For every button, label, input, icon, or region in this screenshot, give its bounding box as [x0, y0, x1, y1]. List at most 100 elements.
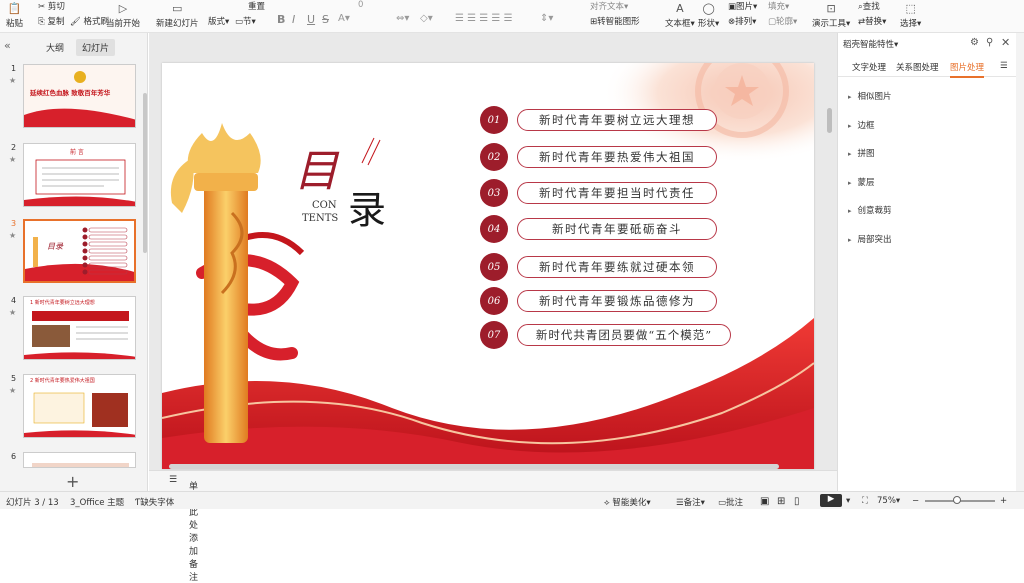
option-local-highlight[interactable]: ▸ 局部突出 — [848, 233, 892, 245]
tab-slides[interactable]: 幻灯片 — [76, 39, 116, 56]
pane-title[interactable]: 稻壳智能特性▾ — [843, 38, 898, 50]
new-slide-button[interactable]: ▭ 新建幻灯片 — [156, 0, 199, 30]
slide-thumb-row[interactable]: 4 ★ 1 新时代青年要树立远大理想 — [0, 296, 140, 362]
slide-5-title: 2 新时代青年要热爱伟大祖国 — [30, 378, 95, 384]
font-color-dropdown[interactable]: A▾ — [338, 13, 350, 24]
tab-outline[interactable]: 大纲 — [40, 39, 70, 56]
animation-star-icon: ★ — [9, 386, 17, 395]
slide-thumbnail[interactable] — [23, 452, 136, 468]
align-text-dropdown[interactable]: 对齐文本▾ — [590, 0, 628, 12]
editor-horizontal-scrollbar[interactable] — [169, 464, 779, 469]
sorter-view-icon[interactable]: ⊞ — [777, 496, 785, 507]
slide-canvas[interactable]: 目 录 CON TENTS 01 新时代青年要树立远大理想 02 新时代青年要热… — [162, 63, 814, 469]
toc-item-text: 新时代共青团员要做“五个模范” — [517, 324, 731, 346]
smart-graphic-button[interactable]: ⊞转智能图形 — [590, 15, 640, 27]
reading-view-icon[interactable]: ▯ — [794, 496, 800, 507]
slide-thumbnail-pane: « 大纲 幻灯片 1 ★ 延续红色血脉 致敬百年芳华 2 ★ 前 言 3 ★ 目… — [0, 33, 148, 491]
left-pane-tabs: 大纲 幻灯片 — [40, 39, 116, 56]
line-spacing-dropdown[interactable]: ⇕▾ — [540, 13, 553, 24]
slide-thumb-row[interactable]: 6 — [0, 452, 140, 472]
slide-thumbnail[interactable]: 延续红色血脉 致敬百年芳华 — [23, 64, 136, 128]
toc-item-text: 新时代青年要树立远大理想 — [517, 109, 717, 131]
zoom-out-icon[interactable]: − — [912, 496, 919, 506]
new-slide-icon: ▭ — [172, 1, 183, 15]
char-spacing-dropdown[interactable]: ⇔▾ — [396, 13, 409, 24]
option-similar-images[interactable]: ▸ 相似图片 — [848, 90, 892, 102]
clear-format-button[interactable]: ◇▾ — [420, 13, 433, 24]
reset-button[interactable]: 重置 — [248, 0, 265, 12]
cursor-icon: ⬚ — [905, 1, 916, 15]
close-icon[interactable]: ✕ — [1001, 36, 1010, 49]
format-painter-button[interactable]: 🖌 格式刷 — [70, 15, 109, 27]
italic-button[interactable]: I — [292, 13, 295, 26]
slideshow-dropdown-icon[interactable]: ▾ — [846, 496, 850, 506]
outline-button[interactable]: ▢轮廓▾ — [768, 15, 797, 27]
paragraph-align-group[interactable]: ☰ ☰ ☰ ☰ ☰ — [455, 13, 513, 24]
fill-button[interactable]: 填充▾ — [768, 0, 789, 12]
tab-text-processing[interactable]: 文字处理 — [852, 61, 886, 73]
slide-thumbnail[interactable]: 1 新时代青年要树立远大理想 — [23, 296, 136, 360]
tab-relation-processing[interactable]: 关系图处理 — [896, 61, 939, 73]
section-dropdown[interactable]: ▭节▾ — [235, 15, 256, 27]
pane-tabs: 文字处理 关系图处理 图片处理 ☰ — [838, 57, 1017, 78]
theme-name[interactable]: 3_Office 主题 — [70, 496, 124, 508]
bold-button[interactable]: B — [277, 13, 285, 26]
slide-thumb-row[interactable]: 2 ★ 前 言 — [0, 143, 140, 209]
presenter-tools-button[interactable]: ⊡ 演示工具▾ — [812, 0, 850, 30]
select-button[interactable]: ⬚ 选择▾ — [900, 0, 921, 30]
arrange-button[interactable]: ⊗排列▾ — [728, 15, 756, 27]
play-slideshow-button[interactable]: ▶ — [820, 494, 842, 507]
menu-icon[interactable]: ☰ — [1000, 61, 1008, 71]
comments-toggle[interactable]: ▭批注 — [718, 496, 743, 508]
expand-arrow-icon: ▸ — [848, 122, 852, 130]
toc-item-number: 03 — [480, 179, 508, 207]
slide-4-title: 1 新时代青年要树立远大理想 — [30, 300, 95, 306]
notes-pane[interactable]: ☰ 单击此处添加备注 — [149, 470, 837, 583]
underline-button[interactable]: U — [307, 13, 315, 26]
strikethrough-button[interactable]: S — [322, 13, 329, 26]
notes-toggle[interactable]: ☰备注▾ — [676, 496, 705, 508]
expand-arrow-icon: ▸ — [848, 236, 852, 244]
editor-vertical-scrollbar[interactable] — [827, 108, 832, 133]
zoom-in-icon[interactable]: + — [1000, 496, 1007, 506]
missing-font-button[interactable]: Ƭ缺失字体 — [135, 496, 174, 508]
normal-view-icon[interactable]: ▣ — [760, 496, 769, 507]
textbox-button[interactable]: A 文本框▾ — [665, 0, 695, 30]
slide-thumb-row[interactable]: 5 ★ 2 新时代青年要热爱伟大祖国 — [0, 374, 140, 440]
title-second: 录 — [348, 188, 387, 232]
zoom-slider-handle[interactable] — [953, 496, 961, 504]
side-toolbar — [1016, 33, 1024, 491]
layout-dropdown[interactable]: 版式▾ — [208, 15, 229, 27]
find-button[interactable]: ⌕查找 — [858, 0, 880, 12]
option-mask[interactable]: ▸ 蒙层 — [848, 176, 875, 188]
option-creative-crop[interactable]: ▸ 创意裁剪 — [848, 204, 892, 216]
paste-button[interactable]: 📋 粘贴 — [6, 0, 23, 30]
collapse-pane-icon[interactable]: « — [4, 39, 11, 52]
cut-button[interactable]: ✂ 剪切 — [38, 0, 65, 12]
shape-button[interactable]: ◯ 形状▾ — [698, 0, 719, 30]
zoom-level[interactable]: 75%▾ — [877, 496, 900, 506]
slide-3-title: 目录 — [47, 242, 63, 251]
option-border[interactable]: ▸ 边框 — [848, 119, 875, 131]
slide-thumbnail[interactable]: 2 新时代青年要热爱伟大祖国 — [23, 374, 136, 438]
replace-button[interactable]: ⇄替换▾ — [858, 15, 886, 27]
thumbnail-scrollbar[interactable] — [143, 93, 147, 253]
slide-thumb-row-selected[interactable]: 3 ★ 目录 — [0, 219, 140, 285]
slide-thumbnail-selected[interactable]: 目录 — [23, 219, 136, 283]
from-current-button[interactable]: ▷ 当前开始 — [106, 0, 140, 30]
add-slide-icon[interactable]: + — [66, 472, 79, 491]
slide-thumb-row[interactable]: 1 ★ 延续红色血脉 致敬百年芳华 — [0, 64, 140, 130]
tab-image-processing[interactable]: 图片处理 — [950, 61, 985, 78]
smart-beautify-button[interactable]: ⟡ 智能美化▾ — [604, 496, 651, 508]
picture-button[interactable]: ▣图片▾ — [728, 0, 757, 12]
copy-button[interactable]: ⎘ 复制 — [38, 15, 65, 27]
option-collage[interactable]: ▸ 拼图 — [848, 147, 875, 159]
pin-icon[interactable]: ⚲ — [986, 37, 993, 48]
fit-window-icon[interactable]: ⛶ — [862, 496, 868, 506]
toc-item-text: 新时代青年要砥砺奋斗 — [517, 218, 717, 240]
font-size-field[interactable]: 0 — [358, 0, 363, 10]
presenter-icon: ⊡ — [826, 1, 836, 15]
slide-thumbnail[interactable]: 前 言 — [23, 143, 136, 207]
toc-item-number: 01 — [480, 106, 508, 134]
settings-icon[interactable]: ⚙ — [970, 37, 979, 48]
